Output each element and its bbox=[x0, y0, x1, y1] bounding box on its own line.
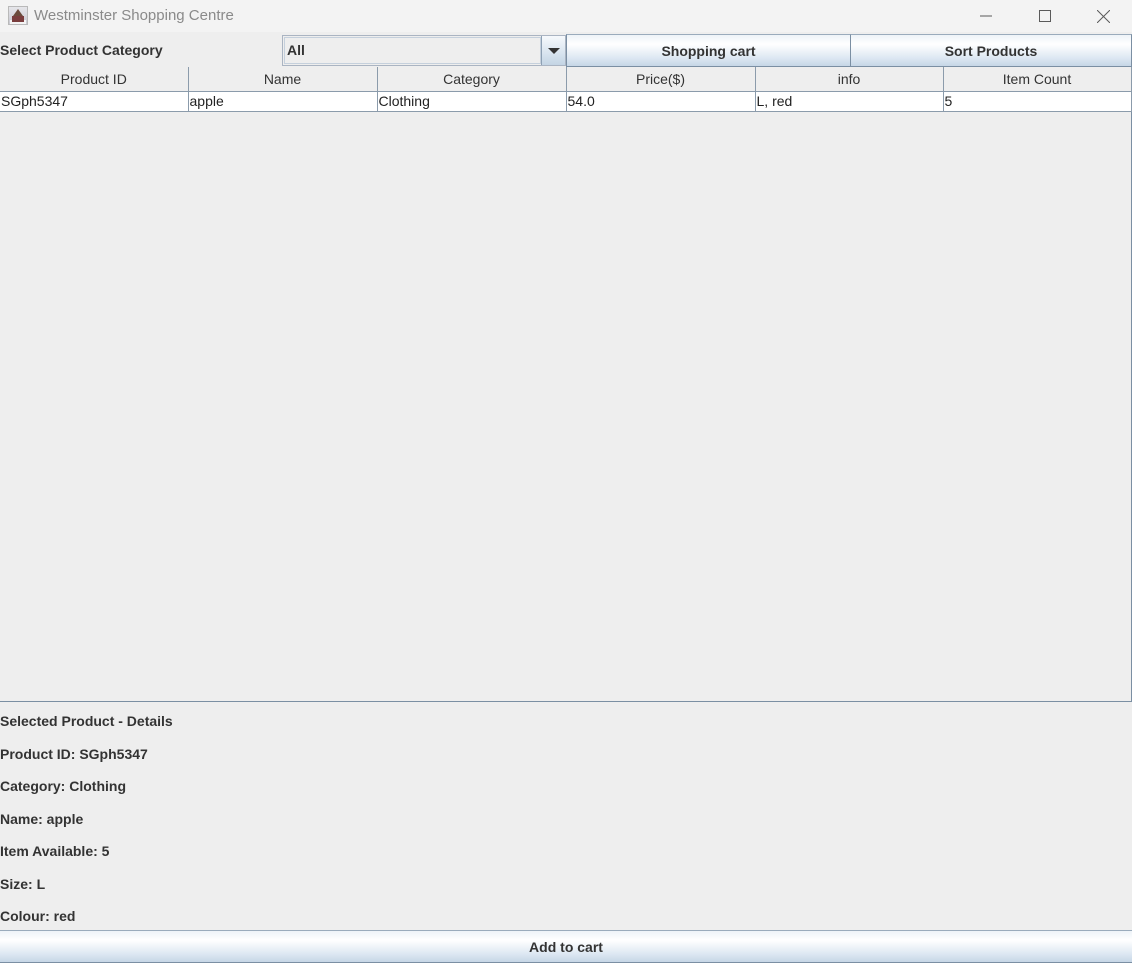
app-icon bbox=[8, 6, 28, 25]
cell-product-id[interactable]: SGph5347 bbox=[0, 90, 189, 112]
maximize-icon bbox=[1039, 10, 1051, 22]
minimize-button[interactable] bbox=[957, 0, 1015, 32]
cell-price[interactable]: 54.0 bbox=[565, 90, 756, 112]
window-title: Westminster Shopping Centre bbox=[34, 7, 234, 24]
category-dropdown[interactable]: All bbox=[282, 35, 566, 66]
column-header-item-count[interactable]: Item Count bbox=[942, 67, 1132, 92]
category-selected-value: All bbox=[287, 42, 305, 58]
sort-products-button[interactable]: Sort Products bbox=[850, 34, 1132, 67]
chevron-down-icon bbox=[547, 47, 560, 54]
column-header-category[interactable]: Category bbox=[376, 67, 567, 92]
detail-name: Name: apple bbox=[0, 811, 84, 827]
close-icon bbox=[1096, 9, 1110, 23]
detail-colour: Colour: red bbox=[0, 908, 76, 924]
column-header-info[interactable]: info bbox=[754, 67, 944, 92]
minimize-icon bbox=[980, 15, 992, 17]
title-bar: Westminster Shopping Centre bbox=[0, 0, 1132, 32]
detail-size: Size: L bbox=[0, 876, 46, 892]
category-dropdown-field[interactable] bbox=[284, 37, 541, 64]
category-label: Select Product Category bbox=[0, 42, 163, 58]
table-row[interactable]: SGph5347 apple Clothing 54.0 L, red 5 bbox=[0, 90, 1132, 112]
detail-category: Category: Clothing bbox=[0, 778, 126, 794]
column-header-price[interactable]: Price($) bbox=[565, 67, 756, 92]
close-button[interactable] bbox=[1074, 0, 1132, 32]
product-details-panel: Selected Product - Details Product ID: S… bbox=[0, 702, 1132, 930]
add-to-cart-button[interactable]: Add to cart bbox=[0, 930, 1132, 963]
details-heading: Selected Product - Details bbox=[0, 713, 173, 729]
cell-info[interactable]: L, red bbox=[754, 90, 944, 112]
maximize-button[interactable] bbox=[1016, 0, 1074, 32]
shopping-cart-button[interactable]: Shopping cart bbox=[566, 34, 851, 67]
table-header-row: Product ID Name Category Price($) info I… bbox=[0, 67, 1132, 92]
cell-name[interactable]: apple bbox=[187, 90, 378, 112]
column-header-name[interactable]: Name bbox=[187, 67, 378, 92]
detail-product-id: Product ID: SGph5347 bbox=[0, 746, 148, 762]
products-table: Product ID Name Category Price($) info I… bbox=[0, 67, 1132, 112]
products-table-scrollpane: Product ID Name Category Price($) info I… bbox=[0, 67, 1132, 702]
detail-item-available: Item Available: 5 bbox=[0, 843, 110, 859]
cell-category[interactable]: Clothing bbox=[376, 90, 567, 112]
dropdown-arrow-button[interactable] bbox=[541, 36, 565, 65]
cell-item-count[interactable]: 5 bbox=[942, 90, 1132, 112]
column-header-product-id[interactable]: Product ID bbox=[0, 67, 189, 92]
